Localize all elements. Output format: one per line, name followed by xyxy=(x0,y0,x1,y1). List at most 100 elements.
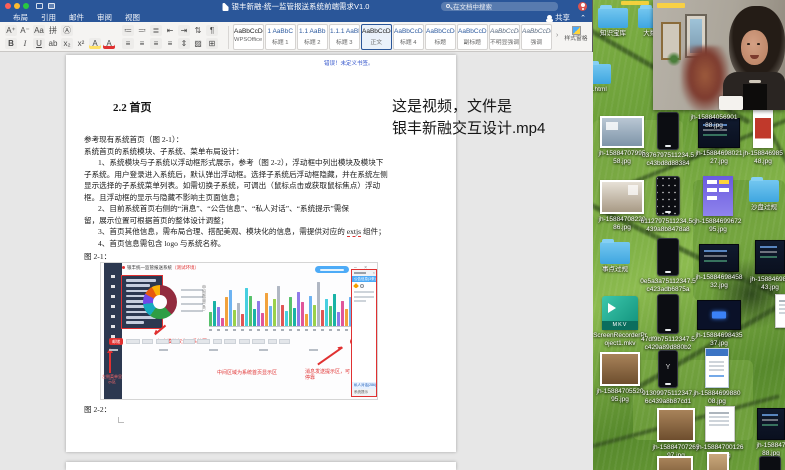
figure-panel-private-row: 私人对话(286) xyxy=(352,382,376,389)
toc-error-link[interactable]: 错误！未定义书签。 xyxy=(324,59,374,67)
desktop[interactable]: 知识宝库大数据1.htmljh-1588470799558.jpg0376797… xyxy=(593,0,785,470)
bold-icon[interactable]: B xyxy=(5,38,17,49)
style-item[interactable]: AaBbCcD副标题 xyxy=(457,24,488,50)
pilcrow-icon[interactable]: ¶ xyxy=(206,25,218,36)
search-input[interactable]: 在文档中搜索 xyxy=(441,2,558,11)
figure-2-1-image[interactable]: 左侧菜单显示区 银丰统一监管报送系统（测试环境） – × 每个模块仅为子系统区 … xyxy=(100,262,378,400)
style-item[interactable]: AaBbCcDdE标题 4 xyxy=(393,24,424,50)
style-sample: AaBbCcDdEe xyxy=(362,28,391,35)
figure-tab[interactable] xyxy=(224,339,236,344)
style-item[interactable]: 1 AaBbC标题 1 xyxy=(265,24,296,50)
desktop-icon[interactable]: 10fc5f90318223.5e1685eb28264 xyxy=(690,452,746,470)
figure-tab[interactable] xyxy=(239,339,250,344)
multilevel-list-icon[interactable]: ≣ xyxy=(150,25,162,36)
desktop-icon[interactable]: jh-1588405690188.jpg xyxy=(686,112,742,129)
ribbon-tab[interactable]: 邮件 xyxy=(69,12,84,23)
bullets-icon[interactable]: ≔ xyxy=(122,25,134,36)
collapse-ribbon-icon[interactable]: ⌃ xyxy=(580,14,586,22)
subscript-icon[interactable]: x₂ xyxy=(61,38,73,49)
photo-tan2-icon xyxy=(707,452,729,470)
align-left-icon[interactable]: ≡ xyxy=(122,38,134,49)
share-button[interactable]: 共享 xyxy=(547,12,570,22)
justify-icon[interactable]: ≡ xyxy=(164,38,176,49)
font-grow-icon[interactable]: A⁺ xyxy=(5,25,17,36)
close-button[interactable] xyxy=(5,3,11,9)
phone-grid-icon xyxy=(656,176,680,216)
figure-tab[interactable] xyxy=(156,339,169,344)
webcam-video[interactable] xyxy=(653,0,785,110)
figure-tab[interactable] xyxy=(213,339,222,344)
styles-pane-button[interactable]: 样式窗格 xyxy=(561,24,591,51)
zoom-button[interactable] xyxy=(23,3,29,9)
desktop-icon[interactable]: 0e5a3a75112347.5c423adb6875a xyxy=(640,238,696,293)
desktop-icon[interactable]: jh-1588469845832.jpg xyxy=(691,244,747,289)
ribbon-tab[interactable]: 布局 xyxy=(13,12,28,23)
figure-bar xyxy=(233,310,236,326)
char-border-icon[interactable]: Ⓐ xyxy=(61,25,73,36)
gallery-scroll-icon[interactable]: › xyxy=(556,32,558,39)
desktop-icon[interactable]: jh-1588469988008.jpg xyxy=(689,348,745,405)
line-spacing-icon[interactable]: ⇕ xyxy=(178,38,190,49)
style-item[interactable]: AaBbCcDc标题 xyxy=(425,24,456,50)
save-icon[interactable] xyxy=(36,3,43,9)
figure-annotation-sidebar: 左侧菜单显示区 xyxy=(102,375,122,385)
style-item-selected[interactable]: AaBbCcDdEe正文 xyxy=(361,24,392,50)
figure-tab[interactable] xyxy=(171,339,180,344)
desktop-icon[interactable] xyxy=(742,456,785,470)
align-center-icon[interactable]: ≡ xyxy=(136,38,148,49)
figure-tab[interactable] xyxy=(142,339,153,344)
figure-pie-labels xyxy=(181,289,203,315)
desktop-icon-label: 1.html xyxy=(593,86,626,94)
phonetic-guide-icon[interactable]: 拼 xyxy=(47,25,59,36)
numbering-icon[interactable]: ≕ xyxy=(136,25,148,36)
desktop-icon[interactable]: 47df9b75112347.5c429a89d880b2 xyxy=(640,294,696,351)
outdent-icon[interactable]: ⇤ xyxy=(164,25,176,36)
desktop-icon[interactable]: jh-15884788.jpg xyxy=(743,408,785,457)
style-item[interactable]: 1.1.1 AaBbC标题 3 xyxy=(329,24,360,50)
ribbon-tab[interactable]: 视图 xyxy=(125,12,140,23)
font-color-icon[interactable]: A xyxy=(103,38,115,49)
strikethrough-icon[interactable]: ab xyxy=(47,38,59,49)
minimize-button[interactable] xyxy=(14,3,20,9)
figure-tab[interactable] xyxy=(197,339,210,344)
desktop-icon[interactable]: 91309975112347.6c439a8b87cd1 xyxy=(640,350,696,405)
desktop-icon[interactable]: 事点过规 xyxy=(593,242,643,274)
figure-tab[interactable] xyxy=(126,339,140,344)
superscript-icon[interactable]: x² xyxy=(75,38,87,49)
ribbon-tab[interactable]: 引用 xyxy=(41,12,56,23)
desktop-icon[interactable]: 沙盘过规 xyxy=(736,180,785,212)
shading-icon[interactable]: ▨ xyxy=(192,38,204,49)
figure-tab[interactable] xyxy=(183,339,195,344)
desktop-icon[interactable]: jh-15884698548.jpg xyxy=(735,110,785,165)
underline-icon[interactable]: U xyxy=(33,38,45,49)
font-shrink-icon[interactable]: A⁻ xyxy=(19,25,31,36)
figure-tab[interactable] xyxy=(268,339,277,344)
style-item[interactable]: AaBbCcDdEe不明显强调 xyxy=(489,24,520,50)
style-item[interactable]: AaBbCcDdEeWPSOffice… xyxy=(233,24,264,50)
style-item[interactable]: 1.1 AaBb标题 2 xyxy=(297,24,328,50)
figure-tab[interactable] xyxy=(279,339,290,344)
italic-icon[interactable]: I xyxy=(19,38,31,49)
clear-formatting-icon[interactable]: Aa xyxy=(33,25,45,36)
print-icon[interactable] xyxy=(48,3,55,9)
style-item[interactable]: AaBbCcDdEe强调 xyxy=(521,24,552,50)
sort-icon[interactable]: ⇅ xyxy=(192,25,204,36)
desktop-icon[interactable]: 6112797511234.5c439a8b8478a8 xyxy=(640,176,696,233)
align-right-icon[interactable]: ≡ xyxy=(150,38,162,49)
ribbon-tab[interactable]: 审阅 xyxy=(97,12,112,23)
desktop-icon[interactable]: jh-1588469843537.jpg xyxy=(691,300,747,347)
text-highlight-icon[interactable]: A xyxy=(89,38,101,49)
indent-icon[interactable]: ⇥ xyxy=(178,25,190,36)
figure-bar xyxy=(325,299,328,326)
borders-icon[interactable]: ⊞ xyxy=(206,38,218,49)
document-page-2[interactable] xyxy=(66,462,456,470)
desktop-icon[interactable] xyxy=(754,294,785,328)
app-dark-icon xyxy=(699,244,739,272)
figure-bar xyxy=(257,301,260,326)
figure-tab[interactable] xyxy=(252,339,265,344)
account-avatar[interactable] xyxy=(578,2,587,11)
desktop-icon[interactable]: jh-15884698443.jpg xyxy=(742,240,785,291)
desktop-icon[interactable]: 1.html xyxy=(593,64,626,94)
figure-active-tab[interactable]: 邮储 xyxy=(109,338,123,345)
app-purple-icon xyxy=(703,176,733,216)
